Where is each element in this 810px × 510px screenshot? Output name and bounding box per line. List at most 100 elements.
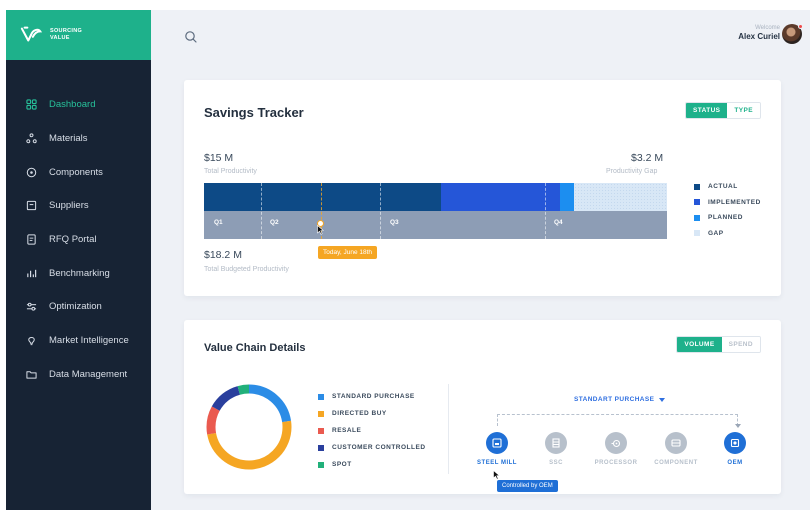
app-frame: SOURCING VALUE Dashboard Materials Compo…: [6, 10, 810, 510]
sidebar-item-label: Dashboard: [49, 99, 96, 111]
purchase-type-dropdown[interactable]: STANDART PURCHASE: [574, 396, 666, 403]
savings-legend: ACTUAL IMPLEMENTED PLANNED GAP: [694, 179, 761, 241]
user-greeting: Welcome Alex Curiel: [738, 25, 780, 41]
sidebar-item-rfq-portal[interactable]: RFQ Portal: [6, 223, 151, 257]
sliders-icon: [25, 301, 37, 313]
quarter-divider: [261, 183, 262, 239]
actual-segment[interactable]: [204, 183, 441, 211]
quarter-divider: [380, 183, 381, 239]
savings-bar: Q1 Q2 Q3 Q4: [204, 183, 667, 239]
saw-icon: [611, 439, 621, 448]
target-icon: [25, 166, 37, 178]
savings-tracker-title: Savings Tracker: [204, 105, 304, 120]
sidebar-item-label: Market Intelligence: [49, 335, 129, 347]
total-productivity-value: $15 M: [204, 152, 234, 164]
implemented-segment[interactable]: [441, 183, 560, 211]
status-toggle-button[interactable]: STATUS: [685, 103, 728, 118]
legend-swatch: [694, 230, 700, 237]
productivity-gap-label: Productivity Gap: [606, 168, 658, 175]
legend-item-planned: PLANNED: [694, 210, 761, 226]
oem-icon: [730, 438, 740, 448]
welcome-text: Welcome: [755, 25, 780, 31]
legend-swatch: [318, 410, 324, 417]
legend-item-directed-buy: DIRECTED BUY: [318, 405, 426, 422]
molecule-icon: [25, 133, 37, 145]
value-chain-legend: STANDARD PURCHASE DIRECTED BUY RESALE CU…: [318, 388, 426, 473]
status-type-toggle: STATUS TYPE: [684, 102, 761, 119]
sidebar-item-label: Optimization: [49, 301, 102, 313]
component-icon: [671, 439, 681, 447]
legend-swatch: [318, 461, 324, 468]
search-icon[interactable]: [184, 30, 198, 44]
legend-swatch: [318, 393, 324, 400]
legend-swatch: [318, 444, 324, 451]
spend-toggle-button[interactable]: SPEND: [721, 337, 760, 352]
sidebar-item-materials[interactable]: Materials: [6, 122, 151, 156]
sidebar-item-dashboard[interactable]: Dashboard: [6, 88, 151, 122]
legend-item-customer-controlled: CUSTOMER CONTROLLED: [318, 439, 426, 456]
sidebar-item-label: Suppliers: [49, 200, 89, 212]
quarter-label-q4: Q4: [554, 219, 563, 226]
warehouse-icon: [552, 438, 560, 448]
volume-toggle-button[interactable]: VOLUME: [677, 337, 722, 352]
total-productivity-label: Total Productivity: [204, 168, 257, 175]
flow-connector: [497, 414, 738, 426]
savings-tracker-card: Savings Tracker STATUS TYPE $15 M Total …: [184, 80, 781, 296]
productivity-gap-value: $3.2 M: [631, 152, 664, 164]
sidebar-item-label: Components: [49, 166, 103, 178]
quarter-label-q2: Q2: [270, 219, 279, 226]
bulb-icon: [25, 335, 37, 347]
quarter-label-q1: Q1: [214, 219, 223, 226]
node-oem[interactable]: OEM: [700, 432, 770, 466]
type-toggle-button[interactable]: TYPE: [727, 103, 760, 118]
legend-item-implemented: IMPLEMENTED: [694, 195, 761, 211]
sidebar-item-benchmarking[interactable]: Benchmarking: [6, 256, 151, 290]
today-tooltip: Today, June 18th: [318, 246, 378, 259]
planned-segment[interactable]: [560, 183, 574, 211]
bars-icon: [25, 267, 37, 279]
quarter-divider: [545, 183, 546, 239]
mouse-cursor-icon: [317, 225, 324, 235]
arrow-down-icon: [735, 424, 741, 428]
value-chain-title: Value Chain Details: [204, 342, 306, 354]
sidebar-item-label: Data Management: [49, 368, 128, 380]
sidebar-item-data-management[interactable]: Data Management: [6, 358, 151, 392]
legend-item-gap: GAP: [694, 226, 761, 242]
gap-segment[interactable]: [574, 183, 667, 211]
sidebar-item-optimization[interactable]: Optimization: [6, 290, 151, 324]
mouse-cursor-icon: [493, 470, 500, 480]
volume-spend-toggle: VOLUME SPEND: [676, 336, 761, 353]
chevron-down-icon: [659, 397, 666, 402]
sidebar-item-label: Materials: [49, 133, 88, 145]
logo-mark-icon: [20, 26, 42, 42]
legend-item-resale: RESALE: [318, 422, 426, 439]
quarter-label-q3: Q3: [390, 219, 399, 226]
document-icon: [25, 234, 37, 246]
user-name[interactable]: Alex Curiel: [738, 32, 780, 41]
legend-item-spot: SPOT: [318, 456, 426, 473]
legend-swatch: [694, 183, 700, 190]
controlled-by-tooltip: Controlled by OEM: [497, 480, 558, 492]
purchase-type-donut[interactable]: [204, 382, 294, 472]
sidebar-item-market-intelligence[interactable]: Market Intelligence: [6, 324, 151, 358]
box-icon: [25, 200, 37, 212]
brand-logo[interactable]: SOURCING VALUE: [6, 10, 151, 60]
legend-swatch: [318, 427, 324, 434]
legend-swatch: [694, 214, 700, 221]
legend-swatch: [694, 199, 700, 206]
brand-name: SOURCING VALUE: [50, 28, 83, 41]
section-divider: [448, 384, 449, 474]
sidebar-item-label: RFQ Portal: [49, 234, 97, 246]
notification-badge: [798, 24, 803, 29]
folder-icon: [25, 368, 37, 380]
budgeted-productivity-label: Total Budgeted Productivity: [204, 266, 289, 273]
legend-item-actual: ACTUAL: [694, 179, 761, 195]
sidebar: SOURCING VALUE Dashboard Materials Compo…: [6, 10, 151, 510]
factory-icon: [492, 438, 502, 448]
value-chain-card: Value Chain Details VOLUME SPEND STANDAR…: [184, 320, 781, 494]
legend-item-standard-purchase: STANDARD PURCHASE: [318, 388, 426, 405]
grid-icon: [25, 99, 37, 111]
sidebar-item-components[interactable]: Components: [6, 155, 151, 189]
budgeted-productivity-value: $18.2 M: [204, 249, 242, 261]
sidebar-item-suppliers[interactable]: Suppliers: [6, 189, 151, 223]
